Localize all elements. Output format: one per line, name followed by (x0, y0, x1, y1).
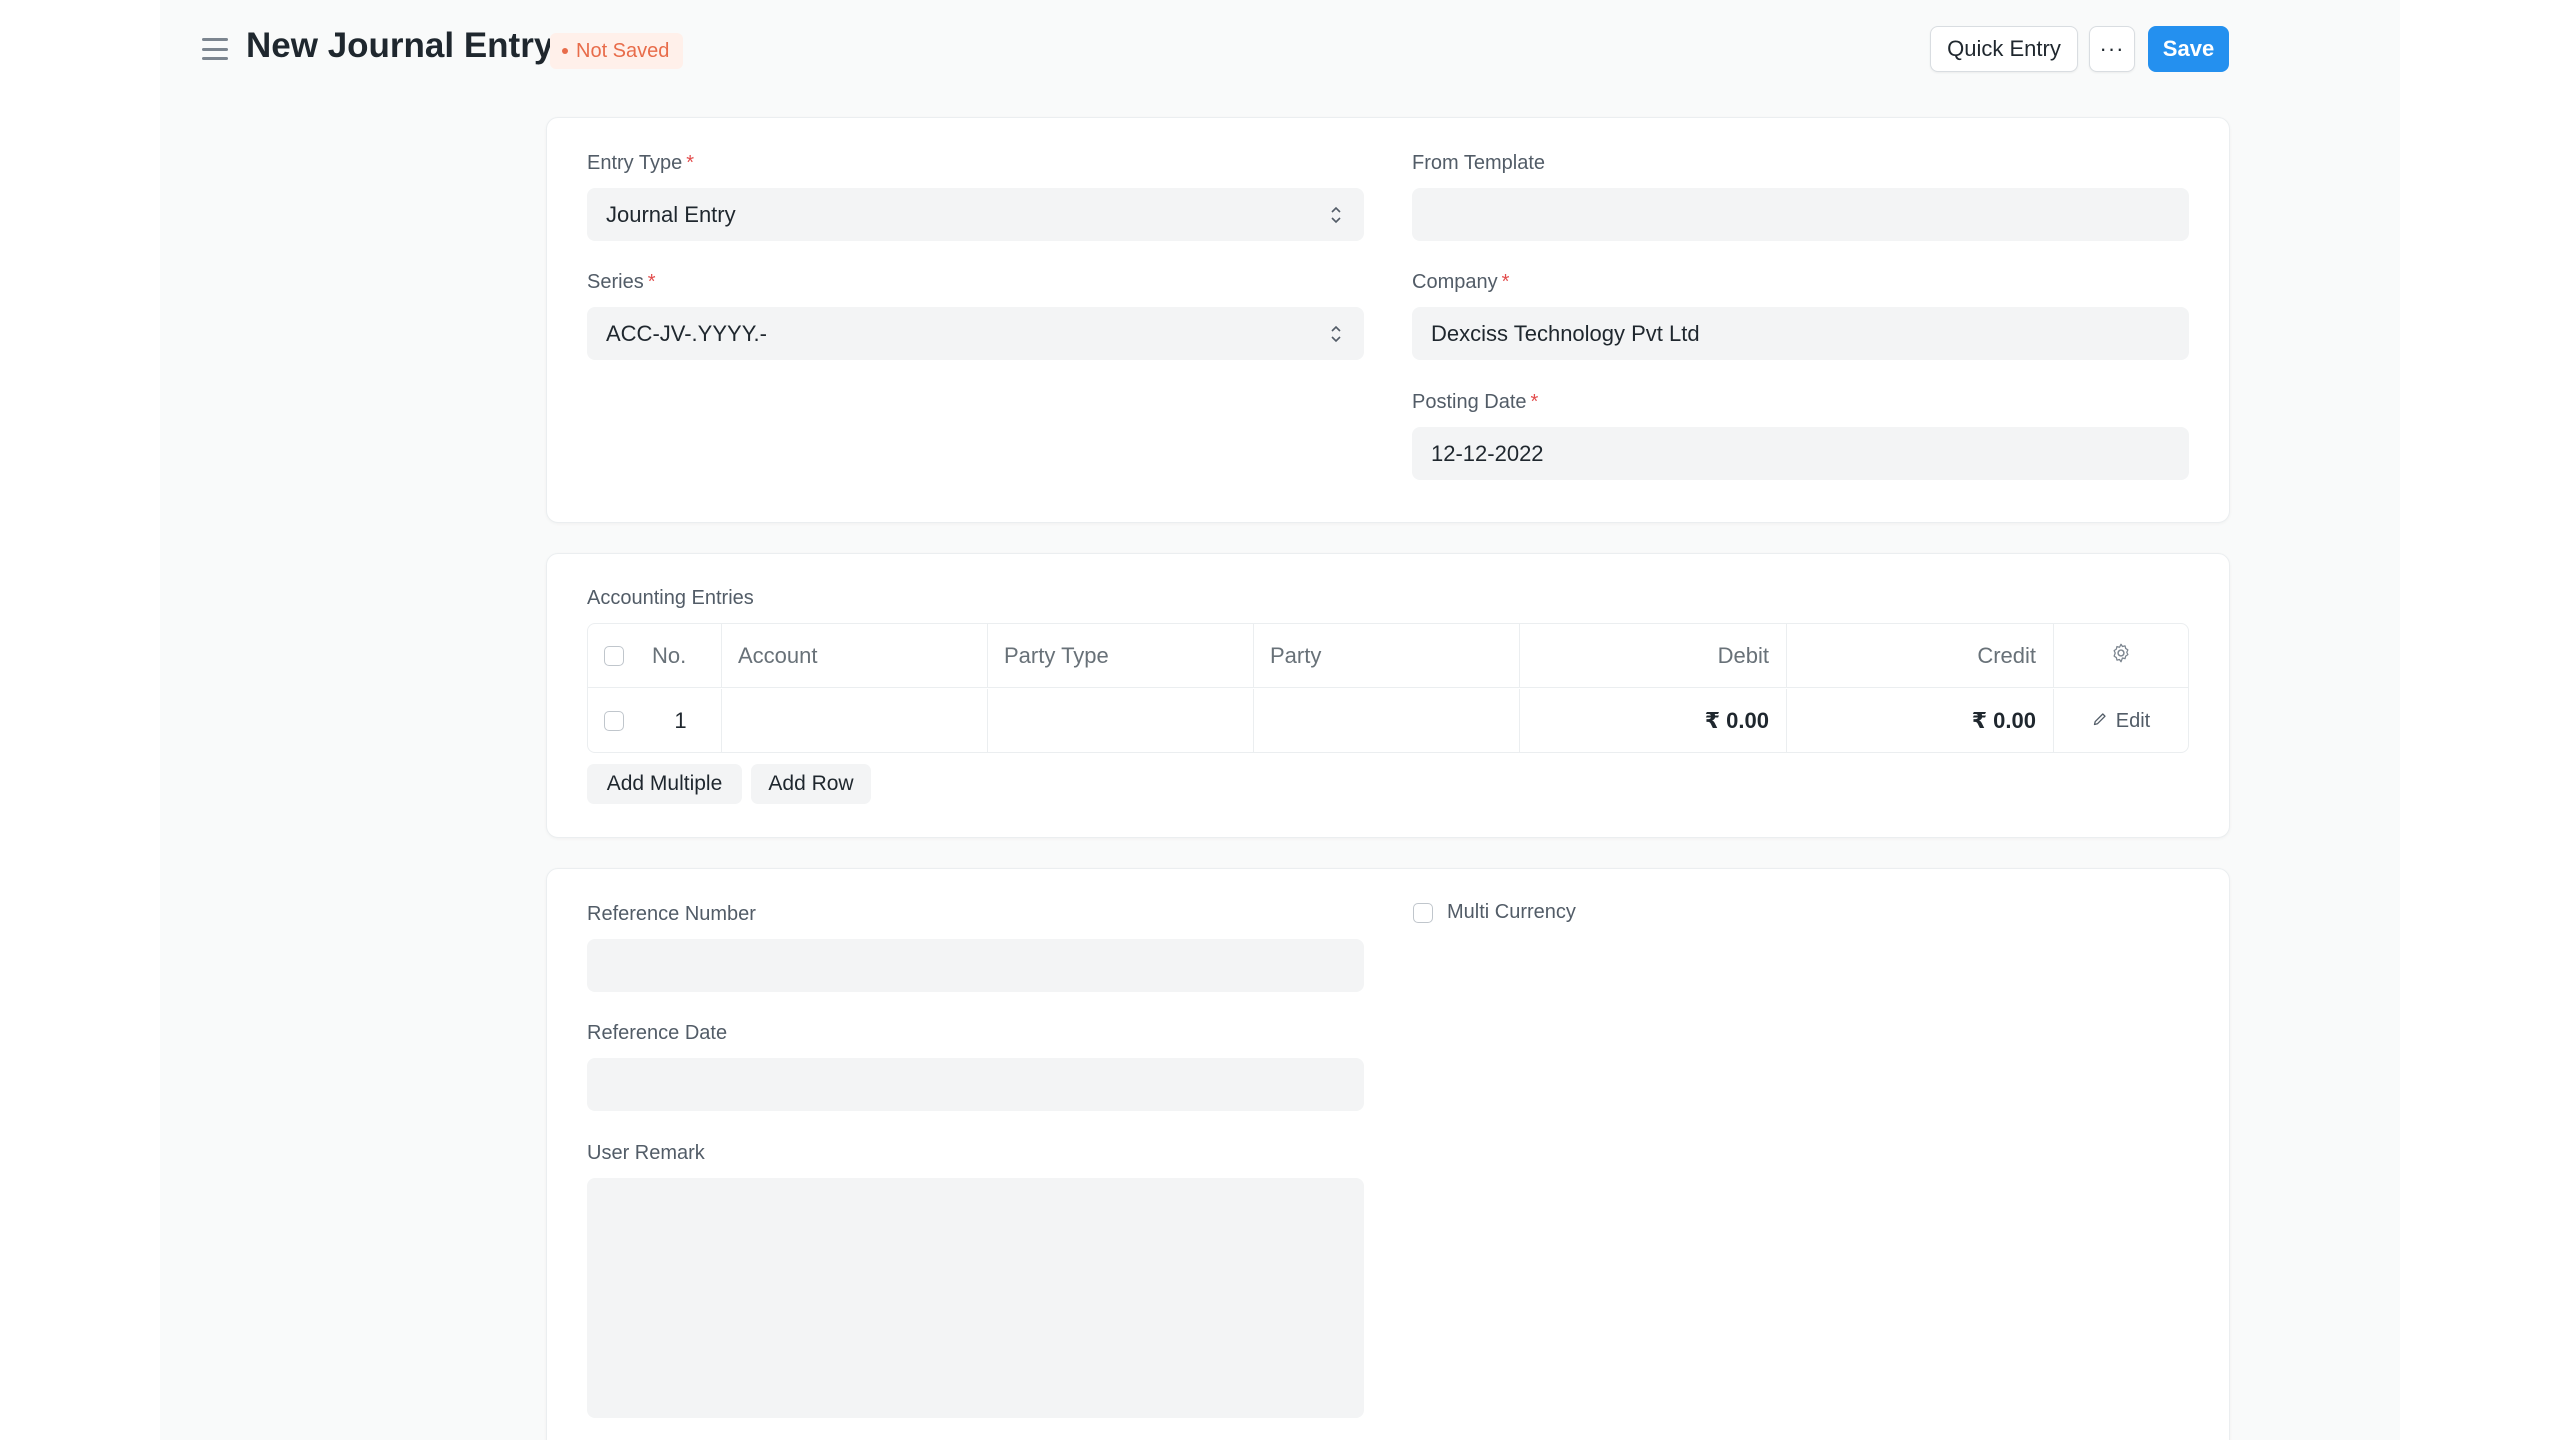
user-remark-textarea[interactable] (587, 1178, 1364, 1418)
reference-number-input[interactable] (587, 939, 1364, 992)
from-template-input[interactable] (1412, 188, 2189, 241)
chevron-up-down-icon (1330, 322, 1342, 346)
accounting-entries-table: No. Account Party Type Party Debit Credi… (587, 623, 2189, 753)
row-edit-button[interactable]: Edit (2092, 710, 2150, 733)
quick-entry-button[interactable]: Quick Entry (1930, 26, 2078, 72)
user-remark-label: User Remark (587, 1142, 705, 1164)
page-title: New Journal Entry (246, 26, 554, 65)
multi-currency-label: Multi Currency (1447, 901, 1576, 923)
reference-date-label: Reference Date (587, 1022, 728, 1044)
row-checkbox[interactable] (604, 711, 624, 731)
reference-number-label: Reference Number (587, 903, 756, 925)
posting-date-input[interactable]: 12-12-2022 (1412, 427, 2189, 480)
series-label: Series * (587, 271, 656, 293)
chevron-up-down-icon (1330, 203, 1342, 227)
save-button[interactable]: Save (2148, 26, 2229, 72)
pencil-icon (2092, 710, 2108, 733)
add-row-button[interactable]: Add Row (751, 764, 871, 804)
status-badge: Not Saved (550, 33, 684, 69)
row-party-cell[interactable] (1254, 689, 1520, 752)
row-edit-label: Edit (2115, 709, 2151, 732)
row-party-type-cell[interactable] (988, 689, 1254, 752)
more-actions-button[interactable]: ··· (2089, 26, 2135, 72)
status-text: Not Saved (576, 39, 670, 62)
row-action-cell: Edit (2054, 689, 2188, 752)
row-account-cell[interactable] (722, 689, 988, 752)
multi-currency-checkbox[interactable] (1413, 902, 1433, 923)
select-all-cell (588, 624, 640, 688)
status-dot-icon (562, 48, 568, 54)
series-select[interactable]: ACC-JV-.YYYY.- (587, 307, 1364, 360)
gear-icon[interactable] (2110, 642, 2132, 670)
column-header-party-type: Party Type (988, 624, 1254, 688)
entry-type-label: Entry Type * (587, 152, 695, 174)
reference-date-input[interactable] (587, 1058, 1364, 1111)
column-header-party: Party (1254, 624, 1520, 688)
posting-date-label: Posting Date * (1412, 391, 1539, 413)
column-header-account: Account (722, 624, 988, 688)
row-credit-cell[interactable]: ₹ 0.00 (1787, 689, 2054, 752)
column-header-debit: Debit (1520, 624, 1787, 688)
company-input[interactable]: Dexciss Technology Pvt Ltd (1412, 307, 2189, 360)
row-debit-cell[interactable]: ₹ 0.00 (1520, 689, 1787, 752)
hamburger-icon[interactable] (202, 38, 228, 60)
company-label: Company * (1412, 271, 1510, 293)
details-section: Entry Type * Journal Entry From Template … (546, 117, 2230, 523)
series-value: ACC-JV-.YYYY.- (606, 320, 767, 346)
reference-section: Reference Number Reference Date User Rem… (546, 868, 2230, 1440)
column-header-no: No. (640, 624, 722, 688)
multi-currency-field[interactable]: Multi Currency (1413, 901, 1576, 924)
add-multiple-button[interactable]: Add Multiple (587, 764, 742, 804)
select-all-checkbox[interactable] (604, 646, 624, 666)
from-template-label: From Template (1412, 152, 1546, 174)
column-settings-cell (2054, 624, 2188, 688)
table-header-row: No. Account Party Type Party Debit Credi… (588, 624, 2188, 688)
accounting-entries-section: Accounting Entries No. Account Party Typ… (546, 553, 2230, 838)
entry-type-value: Journal Entry (606, 201, 736, 227)
page-header: New Journal Entry Not Saved Quick Entry … (0, 0, 2560, 100)
column-header-credit: Credit (1787, 624, 2054, 688)
accounting-entries-label: Accounting Entries (587, 587, 754, 609)
row-number: 1 (640, 689, 722, 752)
entry-type-select[interactable]: Journal Entry (587, 188, 1364, 241)
table-row[interactable]: 1 ₹ 0.00 ₹ 0.00 Edit (588, 689, 2188, 752)
row-select-cell (588, 689, 640, 752)
